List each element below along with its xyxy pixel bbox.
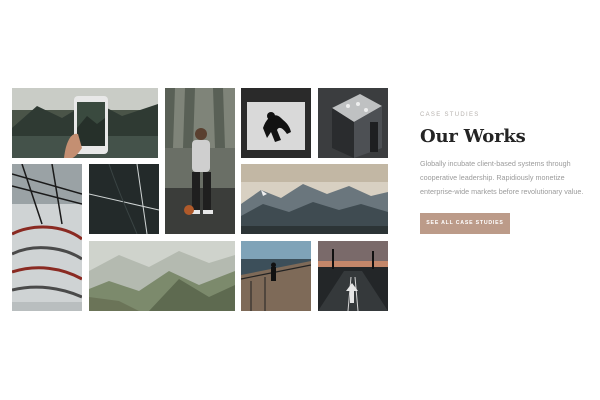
gallery-image-rooftop[interactable] [318,88,388,158]
gallery-image-basketball-player[interactable] [165,88,235,234]
case-studies-content: CASE STUDIES Our Works Globally incubate… [420,112,592,234]
see-all-case-studies-button[interactable]: SEE ALL CASE STUDIES [420,213,510,234]
section-description: Globally incubate client-based systems t… [420,159,584,196]
works-gallery [12,88,388,312]
gallery-image-bridge-skater[interactable] [241,241,311,311]
section-title: Our Works [420,126,526,147]
gallery-image-spiral-architecture[interactable] [12,164,82,311]
section-eyebrow: CASE STUDIES [420,112,480,118]
gallery-image-mountain-range[interactable] [241,164,388,234]
gallery-image-phone-mountain[interactable] [12,88,158,158]
gallery-image-court-lines[interactable] [89,164,159,234]
gallery-image-road-arrow[interactable] [318,241,388,311]
gallery-image-skater-silhouette[interactable] [241,88,311,158]
gallery-image-misty-valley[interactable] [89,241,235,311]
